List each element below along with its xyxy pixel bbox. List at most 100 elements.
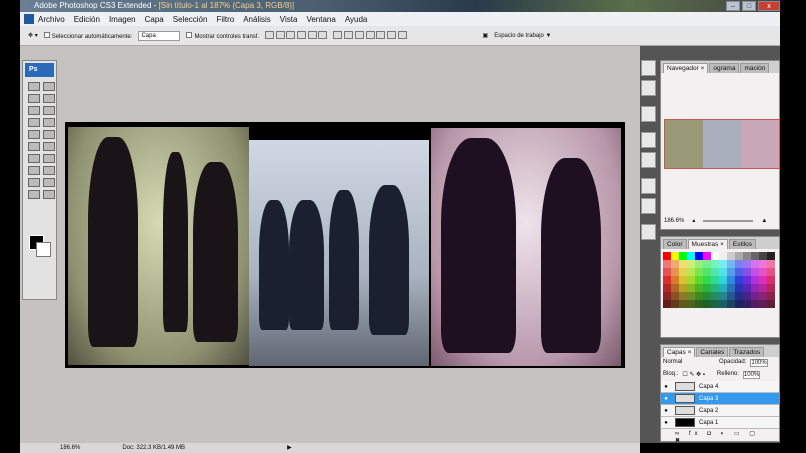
swatch[interactable] [695,276,703,284]
swatch[interactable] [751,276,759,284]
swatch[interactable] [703,292,711,300]
swatch[interactable] [727,292,735,300]
status-arrow-icon[interactable]: ▶ [287,443,292,453]
layer-row[interactable]: ● Capa 4 [661,381,779,393]
tab-styles[interactable]: Estilos [728,239,757,249]
swatch[interactable] [687,268,695,276]
swatch[interactable] [767,268,775,276]
swatch[interactable] [671,284,679,292]
tab-paths[interactable]: Trazados [729,347,765,357]
swatch[interactable] [735,284,743,292]
swatch[interactable] [759,300,767,308]
zoom-slider[interactable] [703,219,754,222]
show-transform-checkbox[interactable]: Mostrar controles transf. [186,31,259,40]
swatch[interactable] [703,268,711,276]
bridge-icon[interactable]: ▣ [483,32,489,39]
swatch[interactable] [711,284,719,292]
swatch[interactable] [767,292,775,300]
swatch[interactable] [751,292,759,300]
swatch[interactable] [711,292,719,300]
swatch[interactable] [663,268,671,276]
auto-select-checkbox[interactable]: Seleccionar automáticamente: [43,31,132,40]
zoom-level[interactable]: 186.6% [60,443,80,453]
swatch[interactable] [679,292,687,300]
swatch[interactable] [703,284,711,292]
swatch[interactable] [671,300,679,308]
tab-info[interactable]: maciòn [740,63,770,73]
swatch[interactable] [759,260,767,268]
swatch[interactable] [735,292,743,300]
tab-channels[interactable]: Canales [696,347,729,357]
zoom-in-icon[interactable]: ▲ [761,218,767,224]
swatch[interactable] [759,276,767,284]
swatch[interactable] [751,268,759,276]
swatch[interactable] [663,300,671,308]
tab-swatches[interactable]: Muestras × [687,239,728,249]
swatch[interactable] [671,252,679,260]
swatch[interactable] [687,292,695,300]
swatch[interactable] [671,268,679,276]
swatch[interactable] [719,260,727,268]
swatch[interactable] [687,260,695,268]
menu-item[interactable]: Análisis [243,15,271,24]
fill-input[interactable]: 100% [742,371,761,379]
eye-icon[interactable]: ● [661,420,671,426]
swatch[interactable] [663,276,671,284]
menu-item[interactable]: Ventana [306,15,335,24]
align-icons[interactable] [265,30,328,41]
swatch[interactable] [679,300,687,308]
swatch-grid[interactable] [661,249,779,311]
swatch[interactable] [743,276,751,284]
tab-navigator[interactable]: Navegador × [663,63,709,73]
zoom-out-icon[interactable]: ▴ [692,217,695,224]
swatch[interactable] [727,268,735,276]
swatch[interactable] [743,284,751,292]
swatch[interactable] [695,300,703,308]
actions-icon[interactable] [641,80,656,96]
layer-row[interactable]: ● Capa 3 [661,393,779,405]
swatch[interactable] [719,300,727,308]
navigator-preview[interactable] [664,119,780,169]
swatch[interactable] [703,300,711,308]
swatch[interactable] [759,284,767,292]
swatch[interactable] [735,300,743,308]
swatch[interactable] [743,300,751,308]
menu-item[interactable]: Capa [145,15,164,24]
close-button[interactable]: x [758,1,780,11]
workspace-button[interactable]: Espacio de trabajo ▼ [494,33,551,39]
swatch[interactable] [751,260,759,268]
swatch[interactable] [727,284,735,292]
background-color[interactable] [36,242,51,257]
layer-row[interactable]: ● Capa 2 [661,405,779,417]
menu-item[interactable]: Vista [280,15,298,24]
menu-item[interactable]: Imagen [109,15,136,24]
lock-icons[interactable]: ☐ ✎ ✥ ▪ [682,371,705,379]
swatch[interactable] [727,260,735,268]
swatch[interactable] [695,284,703,292]
clone-source-icon[interactable] [641,132,656,148]
swatch[interactable] [663,292,671,300]
swatch[interactable] [751,284,759,292]
info-icon[interactable] [641,224,656,240]
maximize-button[interactable]: □ [742,1,756,11]
swatch[interactable] [735,276,743,284]
distribute-icons[interactable] [333,30,407,41]
swatch[interactable] [751,300,759,308]
auto-select-dropdown[interactable]: Capa [138,30,181,41]
swatch[interactable] [703,252,711,260]
swatch[interactable] [719,252,727,260]
navigator-zoom[interactable]: 186.6% [664,218,684,224]
menu-item[interactable]: Ayuda [345,15,368,24]
layer-comps-icon[interactable] [641,152,656,168]
tool-grid[interactable] [23,79,56,202]
swatch[interactable] [703,260,711,268]
swatch[interactable] [695,260,703,268]
tools-icon[interactable] [641,106,656,122]
minimize-button[interactable]: – [726,1,740,11]
swatch[interactable] [743,292,751,300]
swatch[interactable] [759,252,767,260]
blend-mode-dropdown[interactable]: Normal [663,359,715,367]
tab-color[interactable]: Color [663,239,687,249]
swatch[interactable] [719,292,727,300]
swatch[interactable] [663,284,671,292]
